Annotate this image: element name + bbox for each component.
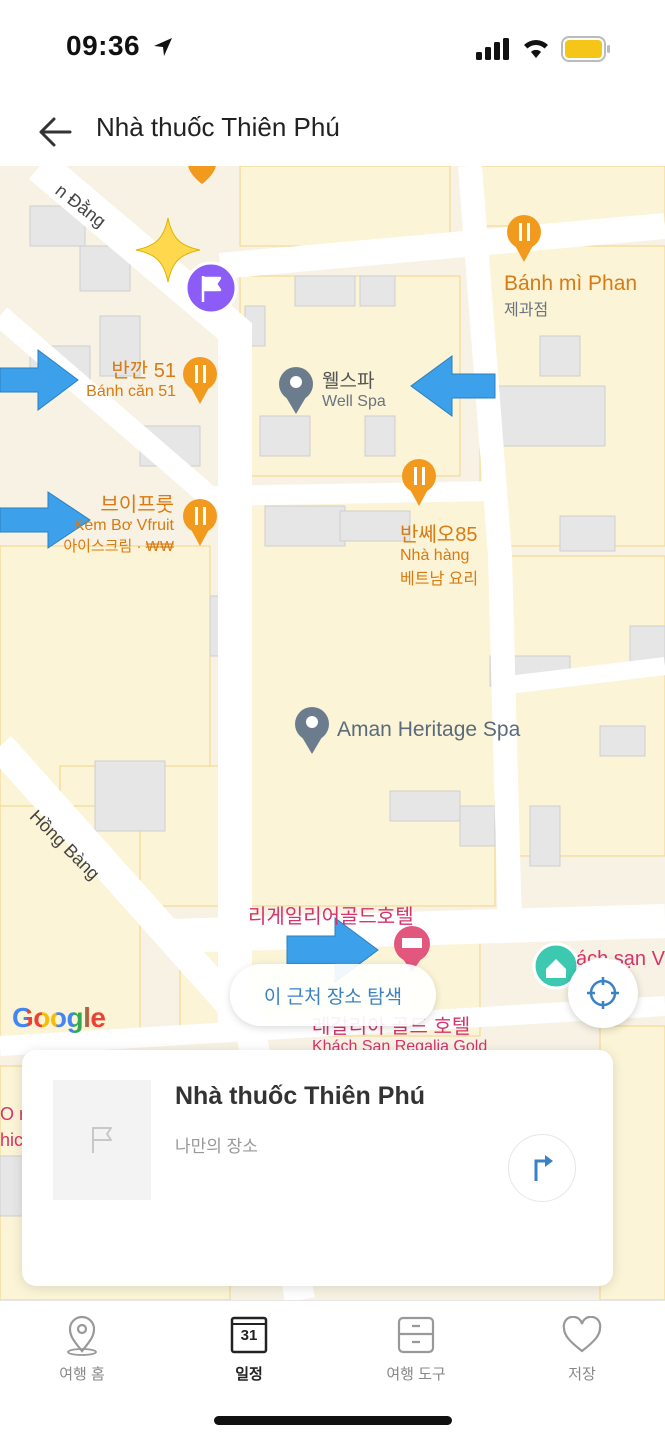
poi-sub: 제과점	[504, 302, 549, 319]
location-pin-icon	[67, 1315, 97, 1356]
tab-label: 일정	[235, 1366, 263, 1383]
poi-sub2: 베트남 요리	[400, 571, 479, 588]
poi-regalia-name[interactable]: 리게일리어골드호텔	[248, 900, 414, 929]
home-indicator	[214, 1416, 452, 1425]
poi-sub: Well Spa	[322, 393, 386, 410]
poi-aman-heritage-spa[interactable]: Aman Heritage Spa	[337, 718, 520, 742]
status-bar: 09:36	[0, 0, 665, 100]
poi-name: Bánh mì Phan	[504, 272, 638, 295]
tab-label: 여행 도구	[386, 1366, 446, 1383]
directions-button[interactable]	[508, 1134, 576, 1202]
location-arrow-icon	[154, 38, 172, 56]
tab-schedule[interactable]: 31 일정	[189, 1311, 309, 1384]
poi-name: Aman Heritage Spa	[337, 718, 521, 741]
poi-name: 반깐 51	[111, 360, 176, 382]
place-name: Nhà thuốc Thiên Phú	[175, 1082, 425, 1110]
google-logo-text: Google	[12, 1002, 106, 1033]
poi-banh-xeo-85[interactable]: 반쎄오85 Nhà hàng 베트남 요리	[400, 518, 478, 589]
tab-saved[interactable]: 저장	[522, 1311, 642, 1384]
poi-name: 브이프룻	[100, 494, 174, 516]
wifi-icon	[524, 40, 548, 58]
cellular-signal-icon	[476, 38, 509, 60]
my-location-button[interactable]	[568, 958, 638, 1028]
toolbox-icon	[397, 1316, 435, 1354]
back-arrow-icon[interactable]	[34, 110, 78, 154]
poi-sub: Nhà hàng	[400, 547, 470, 564]
battery-icon	[561, 36, 610, 62]
calendar-day: 31	[240, 1327, 258, 1344]
poi-vfruit[interactable]: 브이프룻 Kem Bơ Vfruit 아이스크림 · ₩₩	[40, 488, 174, 556]
place-card[interactable]: Nhà thuốc Thiên Phú 나만의 장소	[22, 1050, 613, 1286]
directions-icon	[534, 1155, 553, 1181]
poi-sub2: 아이스크림 · ₩₩	[63, 538, 174, 555]
poi-sub: Kem Bơ Vfruit	[73, 517, 174, 534]
flag-icon	[92, 1127, 112, 1153]
poi-banh-mi-phan[interactable]: Bánh mì Phan 제과점	[504, 272, 637, 320]
heart-icon	[562, 1316, 602, 1353]
status-time: 09:36	[66, 30, 141, 61]
poi-banh-can-51[interactable]: 반깐 51 Bánh căn 51	[76, 354, 176, 401]
tab-label: 여행 홈	[59, 1366, 105, 1383]
tab-label: 저장	[568, 1366, 596, 1383]
google-logo: Google	[12, 1002, 106, 1034]
poi-name: 반쎄오85	[400, 524, 478, 546]
tab-travel-home[interactable]: 여행 홈	[22, 1311, 142, 1384]
poi-sub: Bánh căn 51	[86, 383, 176, 400]
page-title: Nhà thuốc Thiên Phú	[96, 112, 340, 142]
poi-well-spa[interactable]: 웰스파 Well Spa	[322, 366, 386, 411]
tab-travel-tools[interactable]: 여행 도구	[356, 1311, 476, 1384]
poi-name: 웰스파	[322, 371, 375, 392]
poi-partial-left-2: hic	[0, 1130, 24, 1150]
place-subtitle: 나만의 장소	[175, 1137, 258, 1156]
search-this-area-button[interactable]: 이 근처 장소 탐색	[230, 964, 436, 1026]
place-thumbnail	[53, 1080, 151, 1200]
header: Nhà thuốc Thiên Phú	[0, 100, 665, 166]
crosshair-icon	[587, 977, 619, 1009]
